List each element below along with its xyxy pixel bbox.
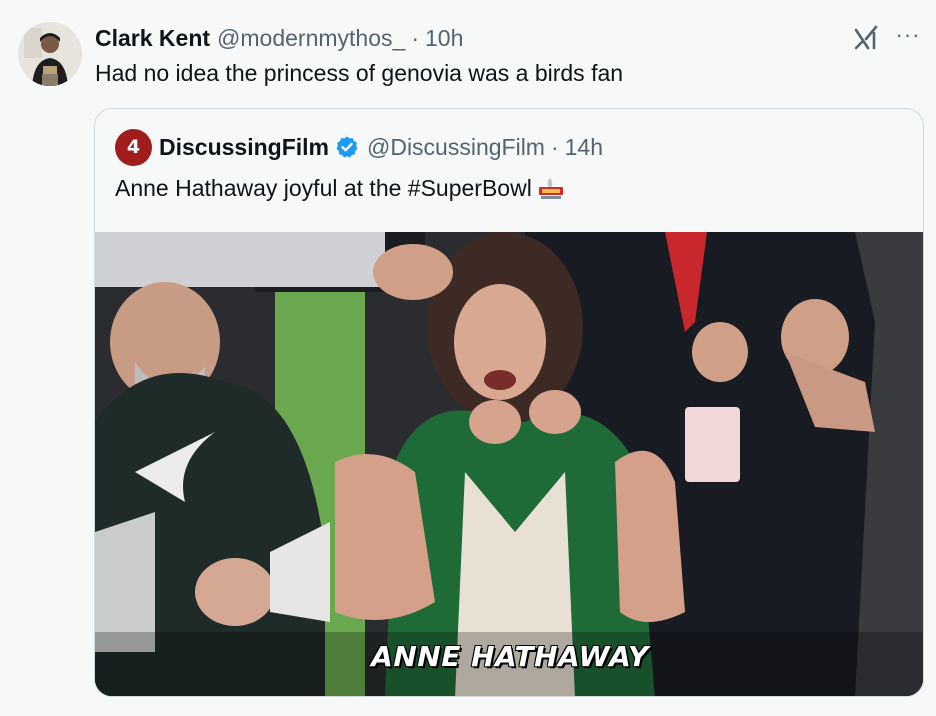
- quote-text: Anne Hathaway joyful at the #SuperBowl: [115, 175, 566, 202]
- quoted-tweet[interactable]: 4 DiscussingFilm @DiscussingFilm · 14h A…: [94, 108, 924, 697]
- quote-author-handle[interactable]: @DiscussingFilm: [367, 134, 545, 161]
- quote-media-video[interactable]: ANNE HATHAWAY: [95, 232, 923, 696]
- quote-text-content: Anne Hathaway joyful at the #SuperBowl: [115, 175, 532, 201]
- tweet-timestamp[interactable]: 10h: [425, 25, 463, 52]
- tweet-text: Had no idea the princess of genovia was …: [95, 60, 624, 86]
- verified-badge-icon: [335, 135, 359, 159]
- super-bowl-lix-logo: [536, 176, 566, 202]
- quote-author-avatar[interactable]: 4: [115, 129, 152, 166]
- more-options-icon[interactable]: ···: [894, 24, 922, 52]
- grok-icon[interactable]: [852, 24, 880, 52]
- tweet[interactable]: Clark Kent @modernmythos_ · 10h ··· Had …: [0, 0, 936, 716]
- author-name[interactable]: Clark Kent: [95, 25, 210, 52]
- author-avatar[interactable]: [18, 22, 82, 86]
- author-handle[interactable]: @modernmythos_: [217, 25, 405, 52]
- separator-dot: ·: [411, 24, 419, 51]
- quote-header: DiscussingFilm @DiscussingFilm · 14h: [159, 133, 603, 161]
- video-caption: ANNE HATHAWAY: [371, 640, 649, 673]
- quote-timestamp[interactable]: 14h: [565, 134, 603, 161]
- tweet-header: Clark Kent @modernmythos_ · 10h: [95, 24, 463, 52]
- quote-author-name[interactable]: DiscussingFilm: [159, 134, 329, 161]
- separator-dot: ·: [550, 133, 559, 160]
